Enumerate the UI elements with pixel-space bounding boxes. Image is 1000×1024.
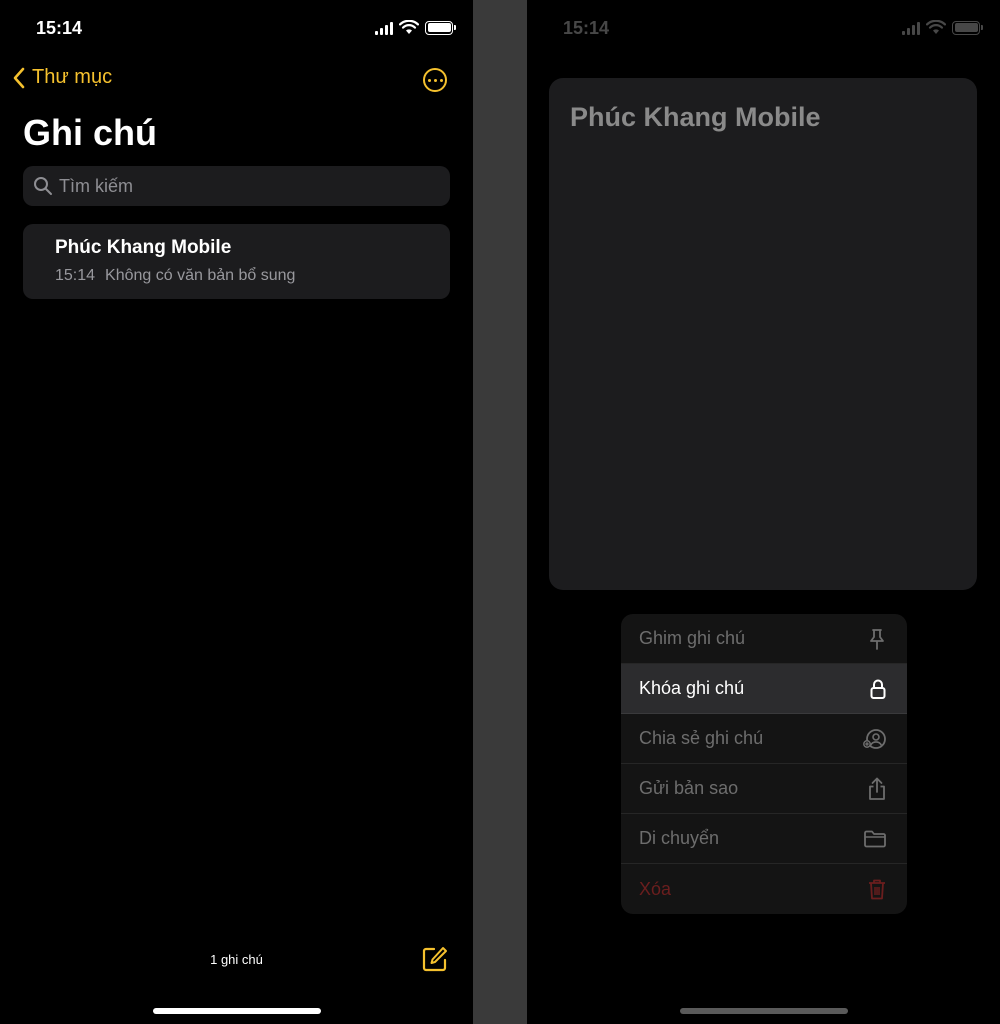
page-title: Ghi chú	[23, 112, 157, 153]
back-button[interactable]: Thư mục	[12, 66, 112, 89]
battery-icon	[952, 20, 983, 35]
status-time: 15:14	[36, 18, 83, 38]
status-bar: 15:14	[0, 0, 473, 56]
menu-item-label: Xóa	[639, 878, 672, 899]
compose-icon	[422, 947, 447, 972]
status-bar: 15:14	[527, 0, 1000, 56]
back-label: Thư mục	[32, 66, 113, 88]
menu-item-label: Ghim ghi chú	[639, 628, 746, 648]
cellular-signal-icon	[902, 21, 920, 35]
menu-item-label: Di chuyển	[639, 828, 720, 848]
note-title: Phúc Khang Mobile	[55, 237, 232, 258]
status-icons	[375, 20, 456, 35]
context-menu: Ghim ghi chú Khóa ghi chú Chia sẻ ghi ch…	[621, 614, 907, 914]
battery-icon	[425, 20, 456, 35]
chevron-left-icon	[13, 67, 25, 88]
note-meta: 15:14 Không có văn bản bổ sung	[55, 267, 450, 285]
preview-title: Phúc Khang Mobile	[570, 102, 821, 132]
home-indicator[interactable]	[679, 1008, 848, 1014]
lock-icon	[870, 679, 886, 699]
menu-item-label: Khóa ghi chú	[639, 678, 745, 698]
menu-item-lock[interactable]: Khóa ghi chú	[621, 664, 907, 714]
notes-count: 1 ghi chú	[210, 952, 263, 967]
folder-icon	[864, 830, 886, 847]
note-preview-card: Phúc Khang Mobile	[549, 78, 977, 590]
note-list-item[interactable]: Phúc Khang Mobile 15:14 Không có văn bản …	[23, 224, 450, 299]
note-context-menu-screen: 15:14 Phúc Khang Mobile Ghim ghi chú Khó…	[527, 0, 1000, 1024]
status-time: 15:14	[563, 18, 610, 38]
wifi-icon	[926, 20, 946, 34]
menu-item-delete[interactable]: Xóa	[621, 864, 907, 914]
share-person-icon	[863, 728, 886, 749]
menu-item-pin[interactable]: Ghim ghi chú	[621, 614, 907, 664]
cellular-signal-icon	[375, 21, 393, 35]
status-icons	[902, 20, 983, 35]
share-icon	[869, 777, 885, 800]
more-options-icon[interactable]	[423, 68, 447, 92]
search-input[interactable]	[59, 175, 419, 197]
trash-icon	[869, 879, 885, 900]
notes-list-screen: 15:14 Thư mục Ghi chú Phúc Khang Mobi	[0, 0, 473, 1024]
menu-item-label: Chia sẻ ghi chú	[639, 728, 764, 748]
note-preview: Không có văn bản bổ sung	[105, 267, 296, 284]
menu-item-move[interactable]: Di chuyển	[621, 814, 907, 864]
search-bar[interactable]	[23, 166, 450, 206]
search-icon	[34, 177, 52, 195]
compose-button[interactable]	[422, 946, 448, 977]
menu-item-label: Gửi bản sao	[639, 778, 739, 798]
pin-icon	[870, 628, 884, 650]
menu-item-send-copy[interactable]: Gửi bản sao	[621, 764, 907, 814]
menu-item-share-note[interactable]: Chia sẻ ghi chú	[621, 714, 907, 764]
note-time: 15:14	[55, 267, 96, 284]
home-indicator[interactable]	[152, 1008, 321, 1014]
wifi-icon	[399, 20, 419, 34]
